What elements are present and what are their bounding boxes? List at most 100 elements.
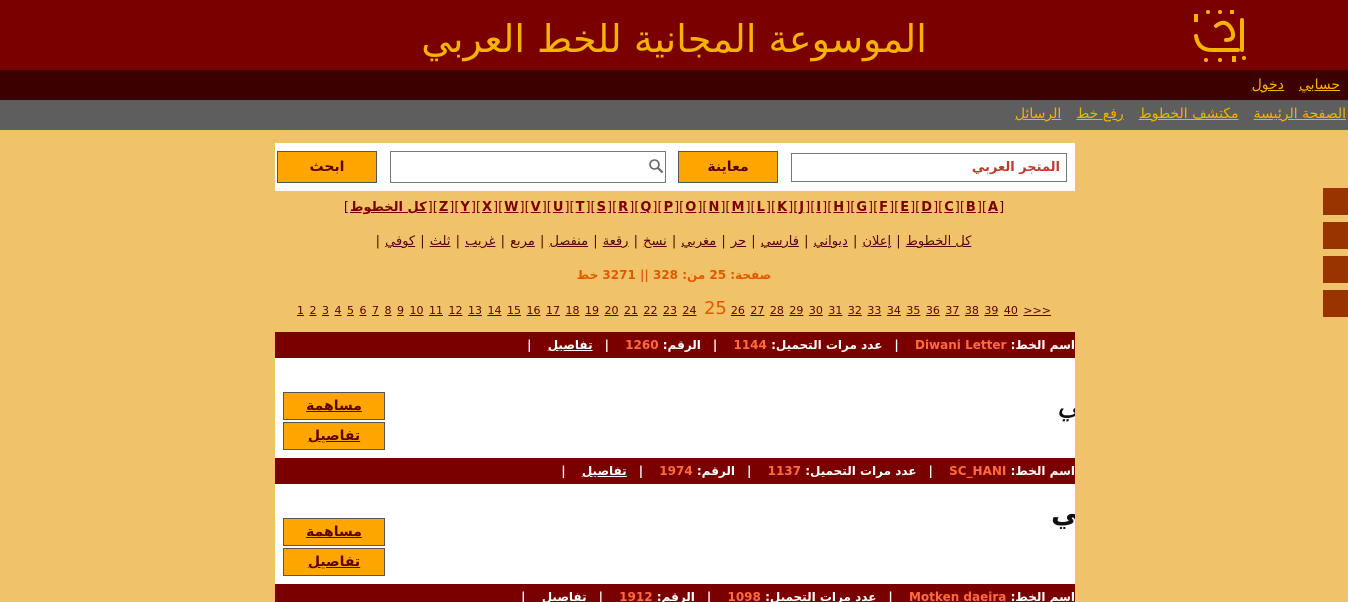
style-filter-10[interactable]: غريب: [465, 234, 495, 249]
nav-messages[interactable]: الرسائل: [1015, 106, 1061, 122]
letter-filter-23[interactable]: X: [482, 200, 492, 215]
nav-upload-font[interactable]: رفع خط: [1076, 106, 1123, 122]
style-filter-7[interactable]: رقعة: [603, 234, 629, 249]
page-link[interactable]: 8: [384, 304, 391, 317]
style-filter-6[interactable]: نسخ: [643, 234, 667, 249]
page-link[interactable]: 23: [663, 304, 677, 317]
style-filter-4[interactable]: حر: [731, 234, 746, 249]
search-button[interactable]: ابحث: [277, 151, 377, 183]
details-link[interactable]: تفاصيل: [548, 338, 593, 352]
letter-filter-26[interactable]: كل الخطوط: [350, 200, 427, 215]
next-page-link[interactable]: >>>: [1023, 304, 1051, 317]
style-filter-3[interactable]: فارسي: [761, 234, 799, 249]
side-share-tab[interactable]: [1323, 256, 1348, 283]
style-filter-0[interactable]: كل الخطوط: [906, 234, 972, 249]
letter-filter-15[interactable]: P: [664, 200, 674, 215]
letter-filter-13[interactable]: N: [708, 200, 719, 215]
letter-filter-3[interactable]: D: [921, 200, 932, 215]
nav-home[interactable]: الصفحة الرئيسة: [1254, 106, 1346, 122]
page-link[interactable]: 32: [848, 304, 862, 317]
page-link[interactable]: 2: [309, 304, 316, 317]
my-account-link[interactable]: حسابي: [1299, 77, 1340, 93]
page-link[interactable]: 38: [965, 304, 979, 317]
page-link[interactable]: 35: [906, 304, 920, 317]
page-link[interactable]: 17: [546, 304, 560, 317]
letter-filter-12[interactable]: M: [732, 200, 745, 215]
letter-filter-17[interactable]: R: [618, 200, 628, 215]
page-link[interactable]: 27: [750, 304, 764, 317]
page-link[interactable]: 24: [682, 304, 696, 317]
page-link[interactable]: 13: [468, 304, 482, 317]
page-link[interactable]: 10: [409, 304, 423, 317]
page-link[interactable]: 34: [887, 304, 901, 317]
style-filter-2[interactable]: ديواني: [814, 234, 848, 249]
page-link[interactable]: 9: [397, 304, 404, 317]
style-filter-5[interactable]: مغربي: [681, 234, 716, 249]
page-link[interactable]: 6: [359, 304, 366, 317]
details-button[interactable]: تفاصيل: [283, 548, 385, 576]
page-link[interactable]: 20: [604, 304, 618, 317]
letter-filter-14[interactable]: O: [685, 200, 696, 215]
page-link[interactable]: 15: [507, 304, 521, 317]
page-link[interactable]: 7: [372, 304, 379, 317]
page-link[interactable]: 29: [789, 304, 803, 317]
letter-filter-4[interactable]: E: [900, 200, 909, 215]
preview-text-input[interactable]: [791, 153, 1067, 182]
letter-filter-16[interactable]: Q: [640, 200, 651, 215]
letter-filter-20[interactable]: U: [553, 200, 564, 215]
page-link[interactable]: 33: [867, 304, 881, 317]
letter-filter-10[interactable]: K: [777, 200, 787, 215]
page-link[interactable]: 1: [297, 304, 304, 317]
page-link[interactable]: 36: [926, 304, 940, 317]
letter-filter-18[interactable]: S: [597, 200, 606, 215]
letter-filter-5[interactable]: F: [879, 200, 888, 215]
details-button[interactable]: تفاصيل: [283, 422, 385, 450]
letter-filter-19[interactable]: T: [576, 200, 585, 215]
page-link[interactable]: 5: [347, 304, 354, 317]
letter-filter-9[interactable]: J: [799, 200, 804, 215]
letter-filter-22[interactable]: W: [504, 200, 518, 215]
search-input[interactable]: [390, 151, 666, 183]
page-link[interactable]: 21: [624, 304, 638, 317]
page-link[interactable]: 11: [429, 304, 443, 317]
page-link[interactable]: 37: [945, 304, 959, 317]
details-link[interactable]: تفاصيل: [542, 590, 587, 602]
nav-font-finder[interactable]: مكتشف الخطوط: [1139, 106, 1239, 122]
page-link[interactable]: 28: [770, 304, 784, 317]
letter-filter-2[interactable]: C: [944, 200, 954, 215]
side-share-tab[interactable]: [1323, 222, 1348, 249]
page-link[interactable]: 14: [487, 304, 501, 317]
login-link[interactable]: دخول: [1252, 77, 1284, 93]
side-share-tab[interactable]: [1323, 188, 1348, 215]
letter-filter-0[interactable]: A: [988, 200, 998, 215]
letter-filter-7[interactable]: H: [833, 200, 844, 215]
page-link[interactable]: 3: [322, 304, 329, 317]
style-filter-11[interactable]: ثلث: [430, 234, 451, 249]
page-link[interactable]: 30: [809, 304, 823, 317]
page-link[interactable]: 26: [731, 304, 745, 317]
contribute-button[interactable]: مساهمة: [283, 518, 385, 546]
preview-button[interactable]: معاينة: [678, 151, 778, 183]
letter-filter-8[interactable]: I: [816, 200, 821, 215]
letter-filter-11[interactable]: L: [757, 200, 765, 215]
letter-filter-21[interactable]: V: [531, 200, 541, 215]
page-link[interactable]: 19: [585, 304, 599, 317]
details-link[interactable]: تفاصيل: [582, 464, 627, 478]
page-link[interactable]: 18: [565, 304, 579, 317]
side-share-tab[interactable]: [1323, 290, 1348, 317]
style-filter-8[interactable]: منفصل: [549, 234, 588, 249]
letter-filter-6[interactable]: G: [856, 200, 867, 215]
style-filter-12[interactable]: كوفي: [385, 234, 415, 249]
letter-filter-25[interactable]: Z: [439, 200, 448, 215]
style-filter-1[interactable]: إعلان: [862, 234, 891, 249]
page-link[interactable]: 16: [526, 304, 540, 317]
style-filter-9[interactable]: مربع: [510, 234, 535, 249]
page-link[interactable]: 40: [1004, 304, 1018, 317]
page-link[interactable]: 22: [643, 304, 657, 317]
page-link[interactable]: 31: [828, 304, 842, 317]
page-link[interactable]: 12: [448, 304, 462, 317]
site-logo-icon[interactable]: [1186, 6, 1256, 66]
letter-filter-24[interactable]: Y: [460, 200, 469, 215]
page-link[interactable]: 4: [334, 304, 341, 317]
contribute-button[interactable]: مساهمة: [283, 392, 385, 420]
